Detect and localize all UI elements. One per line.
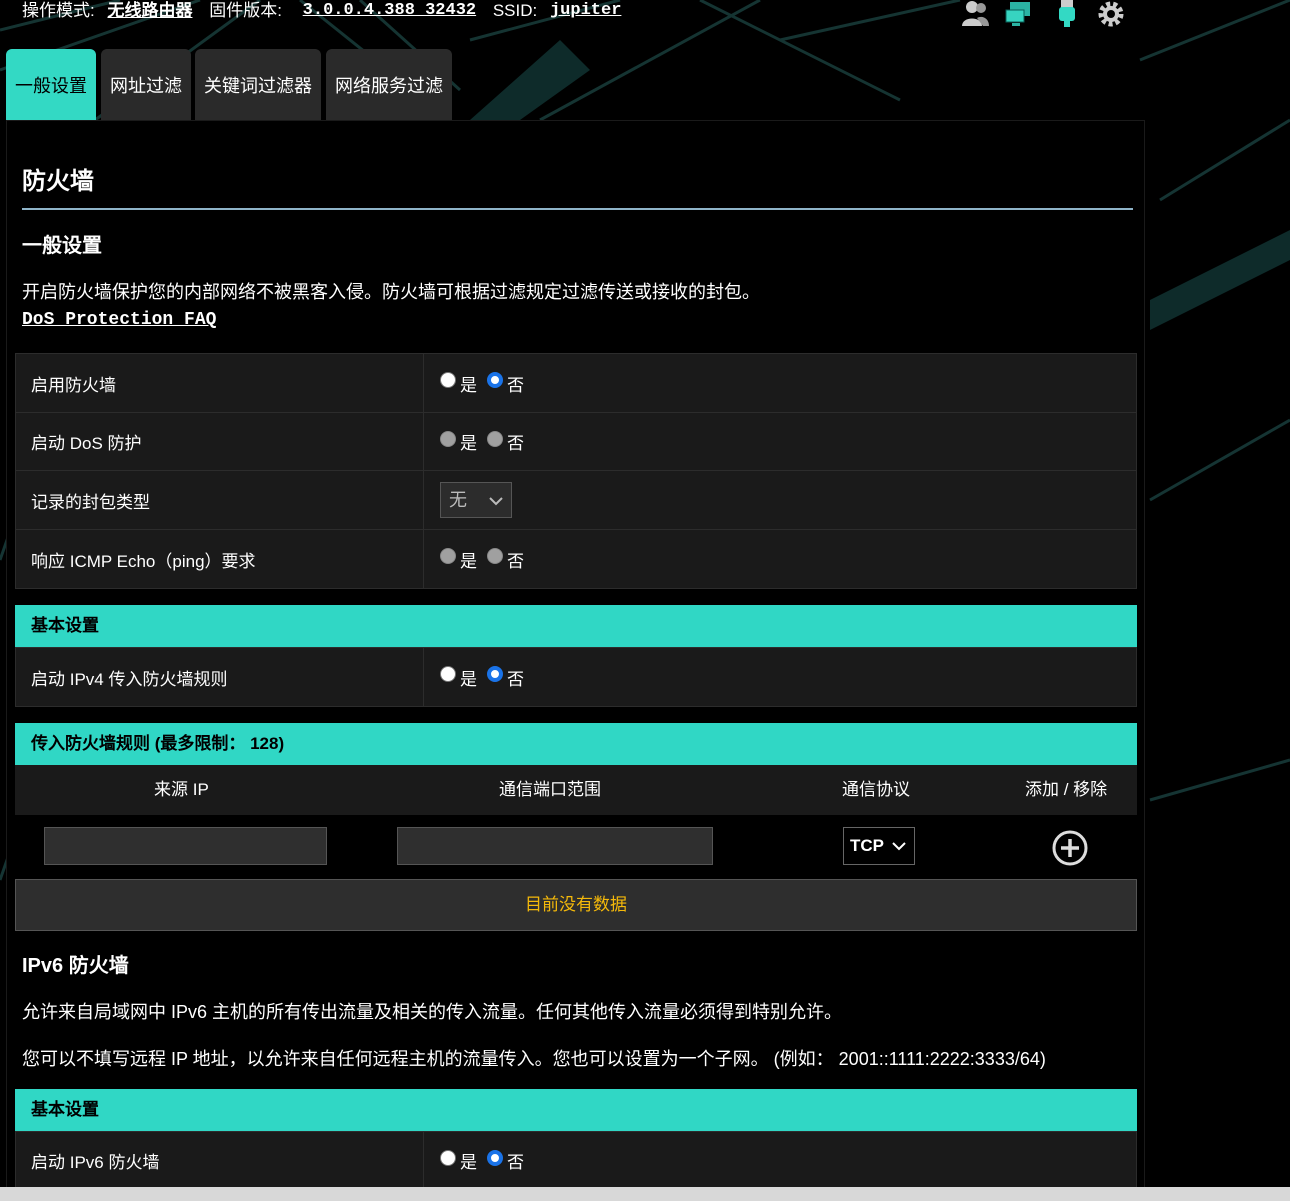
ipv6-description-1: 允许来自局域网中 IPv6 主机的所有传出流量及相关的传入流量。任何其他传入流量… — [22, 1002, 843, 1022]
ipv6-title: IPv6 防火墙 — [22, 955, 129, 977]
enable-ipv4-inbound-row: 启动 IPv4 传入防火墙规则 是 否 — [15, 647, 1137, 707]
radio-no-label: 否 — [507, 375, 524, 395]
logged-packets-label: 记录的封包类型 — [15, 470, 424, 530]
radio-no-label: 否 — [507, 434, 524, 453]
tab-label: 一般设置 — [15, 75, 87, 96]
inbound-rule-input-row: TCP — [15, 815, 1137, 879]
title-divider — [22, 208, 1133, 210]
tab-url-filter[interactable]: 网址过滤 — [101, 49, 191, 120]
radio-yes-label: 是 — [460, 1153, 477, 1172]
tab-network-service-filter[interactable]: 网络服务过滤 — [326, 49, 452, 120]
status-bar: 操作模式: 无线路由器 固件版本: 3.0.0.4.388_32432 SSID… — [22, 0, 621, 24]
column-protocol: 通信协议 — [842, 780, 910, 799]
firmware-label: 固件版本: — [209, 1, 282, 20]
enable-dos-no-radio[interactable] — [487, 430, 503, 447]
radio-yes-label: 是 — [460, 551, 477, 571]
tab-label: 网址过滤 — [110, 75, 182, 96]
column-add-remove: 添加 / 移除 — [1025, 780, 1108, 799]
enable-firewall-yes-radio[interactable] — [440, 372, 456, 389]
enable-ipv6-firewall-row: 启动 IPv6 防火墙 是 否 — [15, 1131, 1137, 1190]
radio-no-label: 否 — [507, 1153, 524, 1172]
tab-label: 关键词过滤器 — [204, 75, 312, 96]
network-map-icon[interactable] — [1004, 0, 1034, 28]
enable-ipv6-firewall-yes-radio[interactable] — [440, 1149, 456, 1166]
enable-ipv4-inbound-yes-radio[interactable] — [440, 666, 456, 683]
users-icon[interactable] — [960, 0, 990, 28]
inbound-rules-columns: 来源 IP 通信端口范围 通信协议 添加 / 移除 — [15, 765, 1137, 815]
logged-packets-row: 记录的封包类型 无 — [15, 470, 1137, 530]
column-source-ip: 来源 IP — [154, 780, 209, 799]
page-description: 开启防火墙保护您的内部网络不被黑客入侵。防火墙可根据过滤规定过滤传送或接收的封包… — [22, 282, 760, 302]
enable-ipv4-inbound-label: 启动 IPv4 传入防火墙规则 — [15, 647, 424, 707]
source-ip-input[interactable] — [44, 827, 327, 865]
respond-icmp-row: 响应 ICMP Echo（ping）要求 是 否 — [15, 529, 1137, 589]
add-rule-icon[interactable] — [1051, 829, 1089, 867]
enable-ipv6-firewall-no-radio[interactable] — [487, 1149, 503, 1166]
enable-ipv6-firewall-label: 启动 IPv6 防火墙 — [15, 1131, 424, 1190]
enable-dos-label: 启动 DoS 防护 — [15, 412, 424, 471]
ssid-value[interactable]: jupiter — [550, 0, 621, 22]
enable-ipv4-inbound-no-radio[interactable] — [487, 666, 503, 683]
dos-faq-link[interactable]: DoS Protection FAQ — [22, 310, 216, 330]
ipv6-basic-settings-header: 基本设置 — [15, 1089, 1137, 1131]
select-value: 无 — [449, 490, 467, 510]
column-port-range: 通信端口范围 — [499, 780, 601, 799]
basic-settings-header: 基本设置 — [15, 605, 1137, 647]
port-range-input[interactable] — [397, 827, 713, 865]
radio-no-label: 否 — [507, 669, 524, 689]
respond-icmp-yes-radio[interactable] — [440, 548, 456, 565]
ipv6-settings-table: 启动 IPv6 防火墙 是 否 — [15, 1131, 1137, 1190]
chevron-down-icon — [892, 828, 906, 864]
horizontal-scrollbar[interactable] — [0, 1187, 1290, 1201]
protocol-select[interactable]: TCP — [843, 827, 915, 865]
general-settings-table: 启用防火墙 是否 启动 DoS 防护 是否 记录的封包类型 无 响应 ICMP … — [15, 353, 1137, 589]
ssid-label: SSID: — [492, 1, 538, 20]
enable-dos-yes-radio[interactable] — [440, 430, 456, 447]
operation-mode-label: 操作模式: — [22, 1, 95, 20]
protocol-value: TCP — [850, 836, 884, 855]
enable-firewall-row: 启用防火墙 是 否 — [15, 353, 1137, 413]
section-subtitle: 一般设置 — [22, 235, 102, 257]
enable-firewall-no-radio[interactable] — [487, 372, 503, 389]
inbound-rules-header: 传入防火墙规则 (最多限制： 128) — [15, 723, 1137, 765]
tab-general[interactable]: 一般设置 — [6, 49, 96, 120]
page-title: 防火墙 — [22, 168, 94, 195]
respond-icmp-label: 响应 ICMP Echo（ping）要求 — [15, 529, 424, 589]
radio-no-label: 否 — [507, 551, 524, 571]
ipv6-description-2: 您可以不填写远程 IP 地址，以允许来自任何远程主机的流量传入。您也可以设置为一… — [22, 1049, 1046, 1069]
operation-mode-value[interactable]: 无线路由器 — [107, 0, 192, 22]
tab-label: 网络服务过滤 — [335, 75, 443, 96]
chevron-down-icon — [489, 483, 503, 517]
enable-firewall-label: 启用防火墙 — [15, 353, 424, 413]
firmware-version-value[interactable]: 3.0.0.4.388_32432 — [303, 0, 476, 22]
basic-ipv4-table: 启动 IPv4 传入防火墙规则 是 否 — [15, 647, 1137, 707]
radio-yes-label: 是 — [460, 669, 477, 689]
radio-yes-label: 是 — [460, 434, 477, 453]
tab-keyword-filter[interactable]: 关键词过滤器 — [195, 49, 321, 120]
radio-yes-label: 是 — [460, 375, 477, 395]
logged-packets-select[interactable]: 无 — [440, 482, 512, 518]
respond-icmp-no-radio[interactable] — [487, 548, 503, 565]
settings-icon[interactable] — [1096, 0, 1126, 28]
usb-icon[interactable] — [1052, 0, 1082, 28]
empty-rules-message: 目前没有数据 — [15, 879, 1137, 931]
enable-dos-row: 启动 DoS 防护 是 否 — [15, 412, 1137, 471]
